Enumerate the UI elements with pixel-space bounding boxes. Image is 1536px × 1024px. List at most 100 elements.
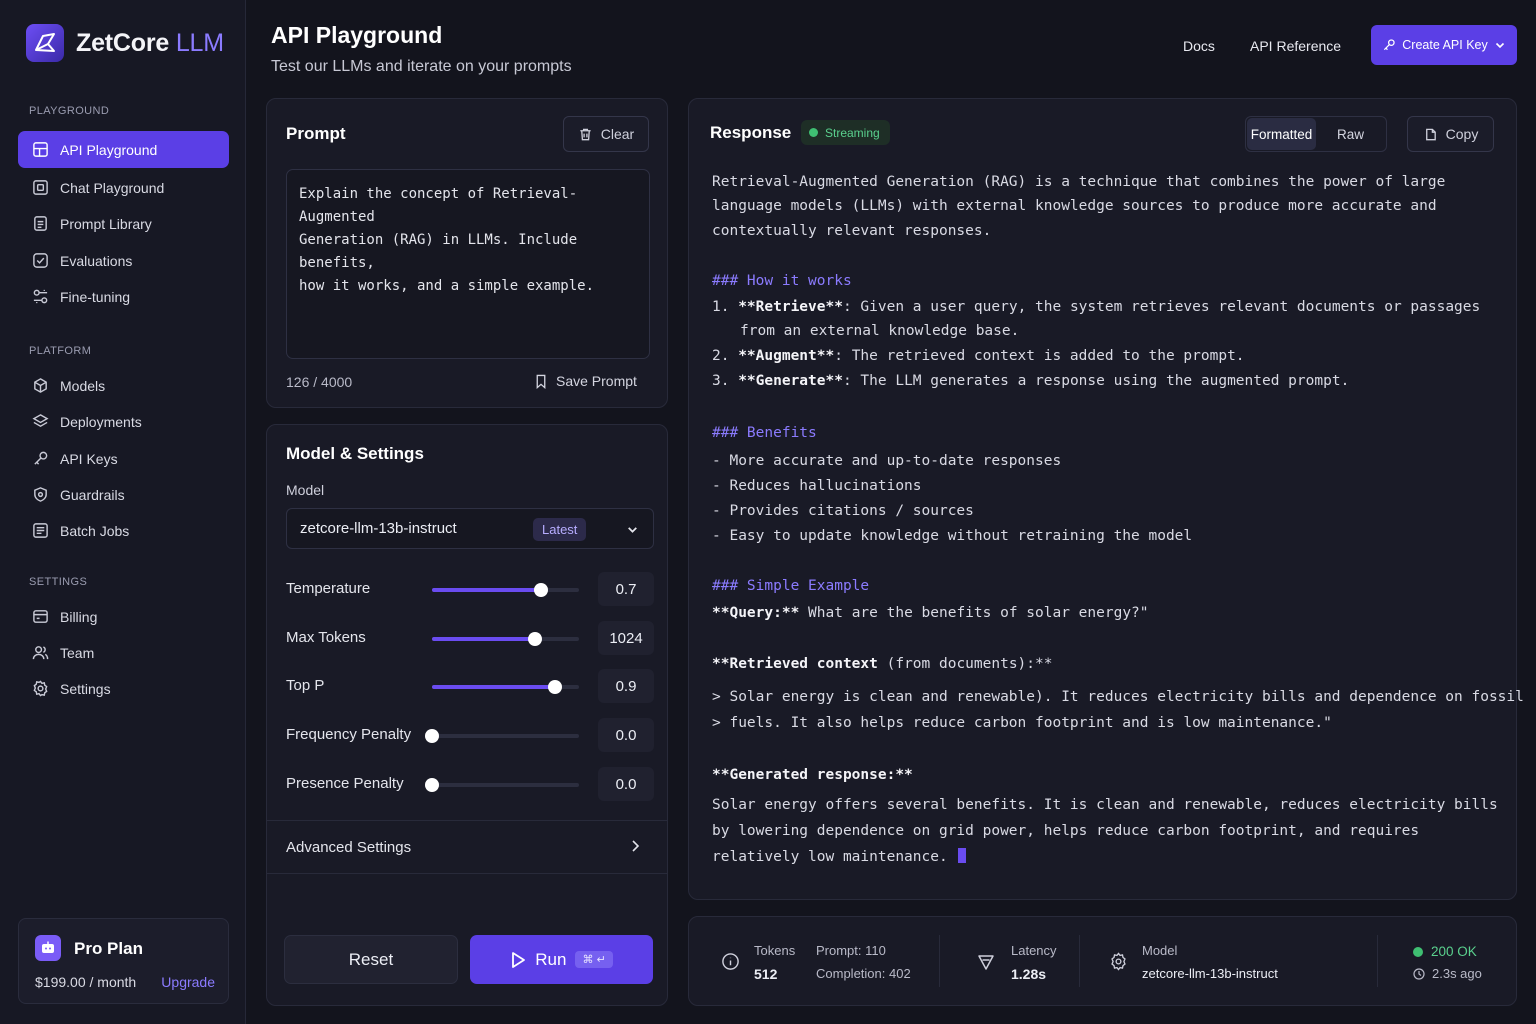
max-tokens-slider[interactable] bbox=[432, 632, 579, 646]
sidebar-item-label: API Keys bbox=[60, 450, 118, 467]
section-label-playground: PLAYGROUND bbox=[29, 105, 110, 117]
response-title: Response bbox=[710, 123, 792, 142]
grid-icon bbox=[33, 142, 48, 157]
model-select[interactable]: zetcore-llm-13b-instruct Latest bbox=[286, 508, 654, 549]
sidebar-item-evaluations[interactable]: Evaluations bbox=[18, 242, 229, 279]
latency-label: Latency bbox=[1011, 943, 1057, 958]
response-line: **Retrieved context (from documents):** bbox=[712, 656, 1053, 672]
logo-icon bbox=[26, 24, 64, 62]
presence-penalty-value[interactable]: 0.0 bbox=[598, 767, 654, 801]
sidebar-item-fine-tuning[interactable]: Fine-tuning bbox=[18, 278, 229, 315]
clear-button[interactable]: Clear bbox=[563, 116, 649, 152]
api-reference-link[interactable]: API Reference bbox=[1250, 38, 1341, 54]
streaming-badge: Streaming bbox=[801, 120, 890, 145]
max-tokens-setting: Max Tokens 1024 bbox=[286, 621, 654, 655]
chevron-down-icon bbox=[1495, 42, 1504, 49]
brand-name: ZetCore LLM bbox=[76, 28, 224, 57]
save-prompt-button[interactable]: Save Prompt bbox=[534, 373, 637, 389]
temperature-setting: Temperature 0.7 bbox=[286, 572, 654, 606]
trash-icon bbox=[580, 128, 591, 140]
slider-thumb[interactable] bbox=[527, 632, 542, 646]
setting-label: Presence Penalty bbox=[286, 775, 404, 792]
slider-thumb[interactable] bbox=[548, 680, 563, 694]
top-p-value[interactable]: 0.9 bbox=[598, 669, 654, 703]
status-code: 200 OK bbox=[1431, 944, 1477, 959]
section-label-settings: SETTINGS bbox=[29, 576, 88, 588]
gear-icon bbox=[33, 680, 48, 697]
run-label: Run bbox=[535, 949, 567, 969]
sidebar: ZetCore LLM PLAYGROUND API Playground Ch… bbox=[0, 0, 246, 1024]
top-p-slider[interactable] bbox=[432, 680, 579, 694]
sidebar-item-batch-jobs[interactable]: Batch Jobs bbox=[18, 512, 229, 549]
sidebar-item-prompt-library[interactable]: Prompt Library bbox=[18, 205, 229, 242]
copy-label: Copy bbox=[1445, 126, 1479, 142]
play-icon bbox=[512, 951, 526, 968]
clear-label: Clear bbox=[600, 126, 635, 142]
formatted-tab[interactable]: Formatted bbox=[1247, 118, 1316, 150]
response-line: **Generated response:** bbox=[712, 767, 913, 783]
save-prompt-label: Save Prompt bbox=[556, 373, 637, 389]
stack-icon bbox=[33, 523, 48, 538]
presence-penalty-slider[interactable] bbox=[425, 778, 579, 792]
response-line: by lowering dependence on grid power, he… bbox=[712, 823, 1420, 839]
docs-link[interactable]: Docs bbox=[1183, 38, 1215, 54]
run-shortcut: ⌘ ↵ bbox=[575, 951, 613, 968]
sidebar-item-guardrails[interactable]: Guardrails bbox=[18, 476, 229, 513]
model-label: Model bbox=[286, 482, 325, 498]
response-line: - Reduces hallucinations bbox=[712, 478, 922, 494]
reset-button[interactable]: Reset bbox=[284, 935, 458, 984]
time-ago: 2.3s ago bbox=[1432, 966, 1482, 981]
max-tokens-value[interactable]: 1024 bbox=[598, 621, 654, 655]
response-line: language models (LLMs) with external kno… bbox=[712, 198, 1437, 214]
response-line: Solar energy offers several benefits. It… bbox=[712, 797, 1498, 813]
stats-bar: Tokens 512 Prompt: 110 Completion: 402 L… bbox=[688, 916, 1517, 1006]
sidebar-item-settings[interactable]: Settings bbox=[18, 670, 229, 707]
slider-fill bbox=[432, 588, 541, 592]
advanced-settings-label: Advanced Settings bbox=[286, 839, 412, 856]
clock-icon bbox=[1413, 967, 1425, 980]
prompt-title: Prompt bbox=[286, 124, 346, 143]
temperature-value[interactable]: 0.7 bbox=[598, 572, 654, 606]
response-line: relatively low maintenance. bbox=[712, 848, 967, 865]
frequency-penalty-value[interactable]: 0.0 bbox=[598, 718, 654, 752]
advanced-settings-row[interactable]: Advanced Settings bbox=[267, 821, 667, 873]
slider-thumb[interactable] bbox=[425, 778, 439, 792]
setting-label: Max Tokens bbox=[286, 629, 366, 646]
create-api-key-button[interactable]: Create API Key bbox=[1371, 25, 1517, 65]
sidebar-item-label: Deployments bbox=[60, 413, 142, 430]
sidebar-item-team[interactable]: Team bbox=[18, 634, 229, 671]
run-button[interactable]: Run ⌘ ↵ bbox=[470, 935, 653, 984]
slider-thumb[interactable] bbox=[425, 729, 439, 743]
response-line: 2. **Augment**: The retrieved context is… bbox=[712, 348, 1245, 364]
sidebar-item-label: API Playground bbox=[60, 141, 158, 158]
sidebar-item-label: Fine-tuning bbox=[60, 288, 131, 305]
prompt-card: Prompt Clear Explain the concept of Retr… bbox=[266, 98, 668, 408]
tokens-value: 512 bbox=[754, 966, 778, 982]
divider bbox=[267, 873, 667, 874]
frequency-penalty-slider[interactable] bbox=[425, 729, 579, 743]
plan-card: Pro Plan $199.00 / month Upgrade bbox=[18, 918, 229, 1004]
response-heading: ### How it works bbox=[712, 273, 852, 289]
raw-tab[interactable]: Raw bbox=[1316, 118, 1385, 150]
sidebar-item-chat-playground[interactable]: Chat Playground bbox=[18, 169, 229, 206]
sidebar-item-deployments[interactable]: Deployments bbox=[18, 403, 229, 440]
prompt-input[interactable]: Explain the concept of Retrieval-Augment… bbox=[286, 169, 650, 359]
temperature-slider[interactable] bbox=[432, 583, 579, 597]
divider bbox=[939, 935, 940, 987]
settings-card: Model & Settings Model zetcore-llm-13b-i… bbox=[266, 424, 668, 1006]
sidebar-item-models[interactable]: Models bbox=[18, 367, 229, 404]
upgrade-link[interactable]: Upgrade bbox=[161, 974, 215, 990]
logo[interactable]: ZetCore LLM bbox=[26, 24, 224, 62]
sidebar-item-api-keys[interactable]: API Keys bbox=[18, 440, 229, 477]
sidebar-item-api-playground[interactable]: API Playground bbox=[18, 131, 229, 168]
sidebar-item-billing[interactable]: Billing bbox=[18, 598, 229, 635]
copy-button[interactable]: Copy bbox=[1407, 116, 1494, 152]
sidebar-item-label: Settings bbox=[60, 680, 111, 697]
slider-thumb[interactable] bbox=[533, 583, 548, 597]
response-heading: ### Simple Example bbox=[712, 578, 870, 594]
info-icon bbox=[722, 953, 739, 970]
tune-icon bbox=[33, 289, 48, 304]
plan-price: $199.00 / month bbox=[35, 974, 137, 990]
response-card: Response Streaming Formatted Raw Copy Re… bbox=[688, 98, 1524, 900]
setting-label: Top P bbox=[286, 677, 325, 694]
